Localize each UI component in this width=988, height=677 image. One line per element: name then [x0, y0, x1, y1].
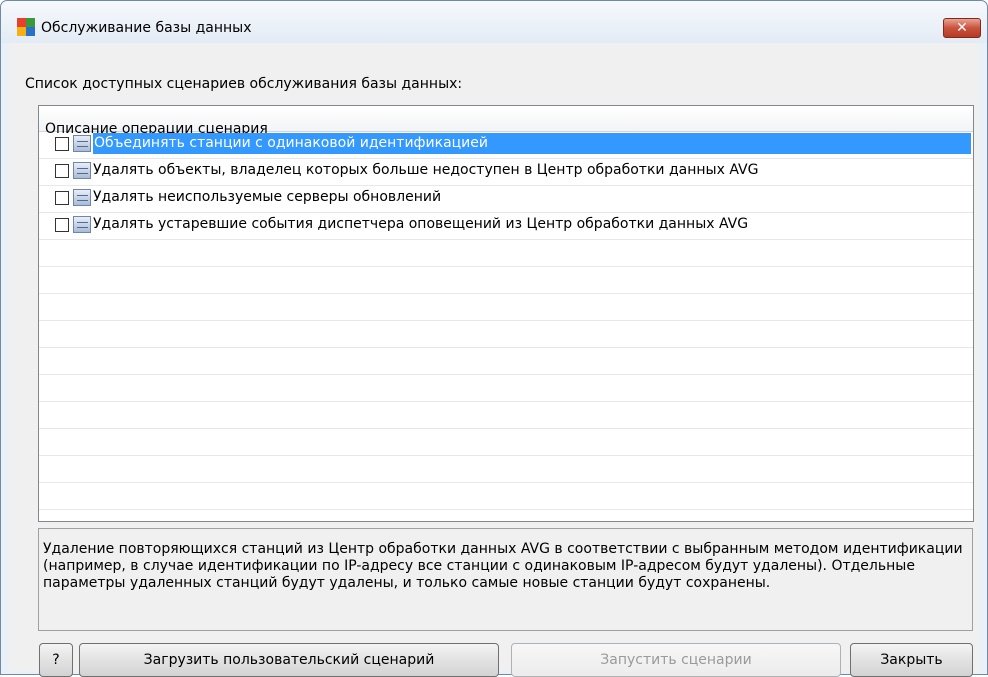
empty-row — [39, 294, 973, 321]
scenario-checkbox[interactable] — [55, 191, 69, 205]
title-bar[interactable]: Обслуживание базы данных ✕ — [1, 1, 987, 43]
scenario-label: Удалять неиспользуемые серверы обновлени… — [93, 189, 442, 205]
window-title: Обслуживание базы данных — [41, 20, 252, 36]
scenario-row[interactable]: Удалять неиспользуемые серверы обновлени… — [39, 186, 973, 213]
column-header[interactable]: Описание операции сценария — [39, 106, 973, 137]
empty-row — [39, 348, 973, 375]
dialog-window: Обслуживание базы данных ✕ Список доступ… — [0, 0, 988, 677]
empty-row — [39, 483, 973, 510]
scenario-script-icon — [73, 135, 91, 152]
close-icon: ✕ — [956, 20, 968, 36]
scenario-list[interactable]: Описание операции сценария Объединять ст… — [38, 105, 974, 522]
empty-row — [39, 456, 973, 483]
scenario-row[interactable]: Объединять станции с одинаковой идентифи… — [39, 132, 973, 159]
scenario-rows: Объединять станции с одинаковой идентифи… — [39, 132, 973, 510]
scenario-script-icon — [73, 216, 91, 233]
scenario-label: Удалять объекты, владелец которых больше… — [93, 162, 759, 178]
close-window-button[interactable]: ✕ — [943, 18, 981, 38]
empty-row — [39, 267, 973, 294]
scenario-checkbox[interactable] — [55, 164, 69, 178]
empty-row — [39, 402, 973, 429]
empty-row — [39, 429, 973, 456]
scenario-checkbox[interactable] — [55, 218, 69, 232]
avg-logo-icon — [17, 18, 35, 36]
scenario-script-icon — [73, 162, 91, 179]
scenario-description: Удаление повторяющихся станций из Центр … — [38, 528, 973, 631]
empty-row — [39, 240, 973, 267]
list-caption: Список доступных сценариев обслуживания … — [25, 76, 463, 92]
scenario-row[interactable]: Удалять объекты, владелец которых больше… — [39, 159, 973, 186]
help-button[interactable]: ? — [39, 643, 73, 677]
scenario-label: Удалять устаревшие события диспетчера оп… — [93, 216, 749, 232]
dialog-body: Список доступных сценариев обслуживания … — [9, 43, 979, 677]
scenario-script-icon — [73, 189, 91, 206]
run-scenarios-button[interactable]: Запустить сценарии — [511, 643, 841, 677]
scenario-row[interactable]: Удалять устаревшие события диспетчера оп… — [39, 213, 973, 240]
empty-row — [39, 321, 973, 348]
scenario-checkbox[interactable] — [55, 137, 69, 151]
empty-row — [39, 375, 973, 402]
scenario-label: Объединять станции с одинаковой идентифи… — [93, 133, 971, 154]
close-button[interactable]: Закрыть — [850, 643, 973, 677]
load-custom-scenario-button[interactable]: Загрузить пользовательский сценарий — [79, 643, 499, 677]
